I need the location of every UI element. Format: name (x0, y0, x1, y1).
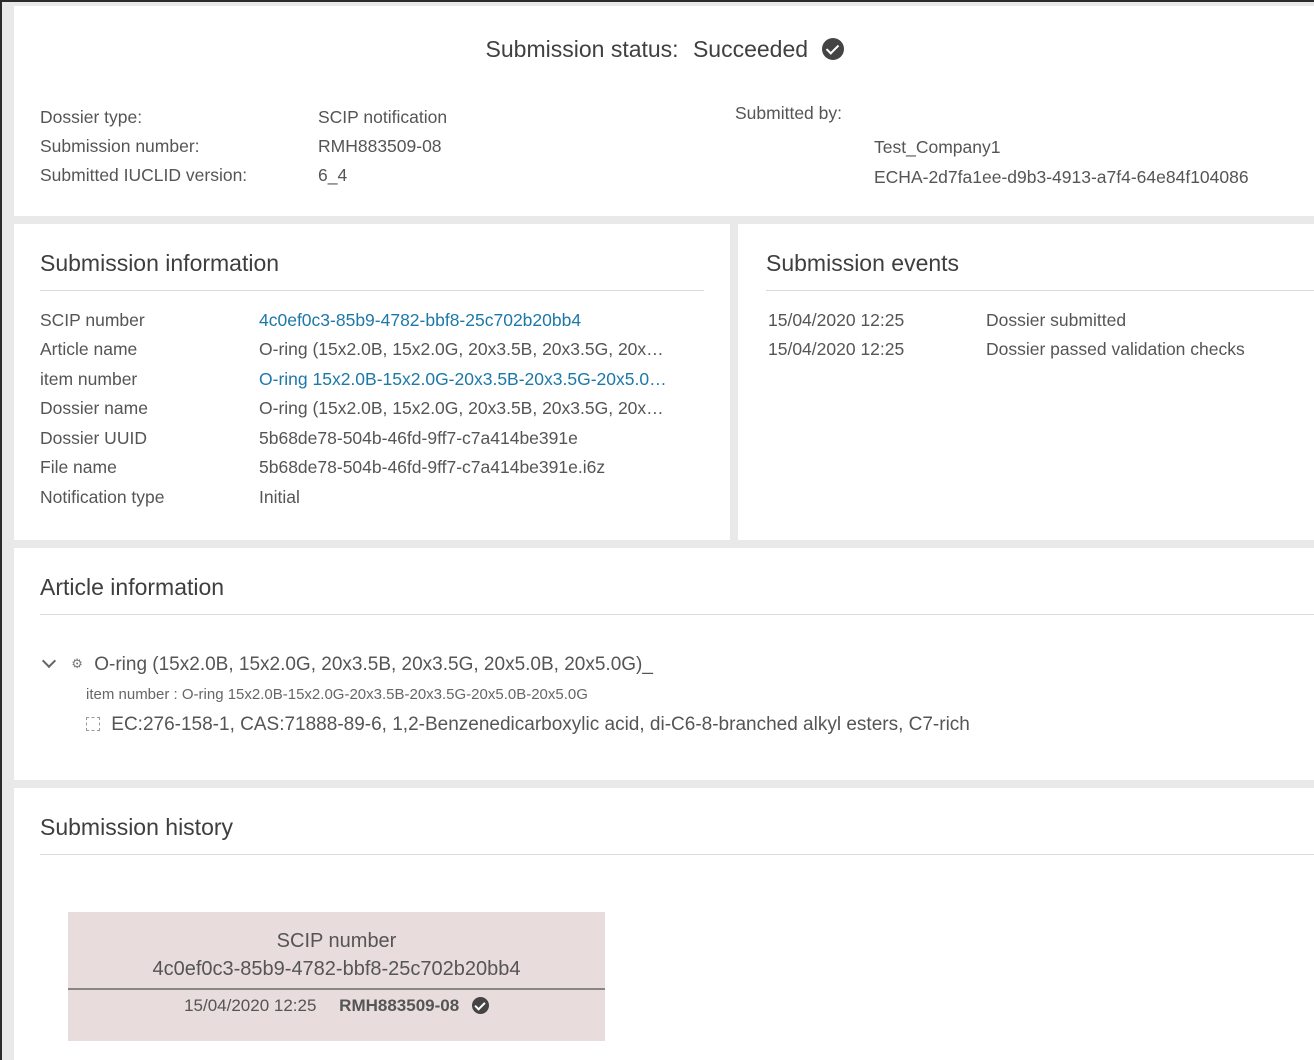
submission-information-title: Submission information (40, 250, 280, 276)
item-number-link[interactable]: O-ring 15x2.0B-15x2.0G-20x3.5B-20x3.5G-2… (259, 365, 704, 395)
event-description: Dossier submitted (986, 310, 1127, 330)
history-divider (68, 988, 605, 990)
submission-events-title: Submission events (766, 250, 960, 276)
article-tree-node[interactable]: ⚙ O-ring (15x2.0B, 15x2.0G, 20x3.5B, 20x… (41, 653, 653, 676)
submitted-by-company: Test_Company1 ECHA-2d7fa1ee-d9b3-4913-a7… (874, 133, 1249, 192)
submission-events-card: Submission events 15/04/2020 12:25 Dossi… (738, 224, 1314, 540)
info-label: Dossier UUID (40, 428, 147, 448)
chevron-down-icon[interactable] (41, 653, 57, 669)
info-value: 5b68de78-504b-46fd-9ff7-c7a414be391e.i6z (259, 457, 606, 477)
dossier-type-value: SCIP notification (318, 107, 448, 127)
substance-tree-node[interactable]: EC:276-158-1, CAS:71888-89-6, 1,2-Benzen… (86, 714, 970, 736)
submission-history-card: Submission history SCIP number 4c0ef0c3-… (14, 788, 1314, 1060)
history-footer: 15/04/2020 12:25 RMH883509-08 (68, 996, 605, 1016)
history-date: 15/04/2020 12:25 (184, 996, 317, 1015)
submission-history-title: Submission history (40, 814, 234, 840)
substance-icon (86, 717, 100, 731)
title-divider (766, 290, 1314, 291)
article-information-card: Article information ⚙ O-ring (15x2.0B, 1… (14, 548, 1314, 780)
title-divider (40, 614, 1314, 615)
status-value: Succeeded (692, 36, 809, 62)
title-divider (40, 854, 1314, 855)
info-value: O-ring (15x2.0B, 15x2.0G, 20x3.5B, 20x3.… (259, 339, 664, 359)
scip-number-link[interactable]: 4c0ef0c3-85b9-4782-bbf8-25c702b20bb4 (259, 306, 704, 336)
iuclid-version-row: Submitted IUCLID version: 6_4 (14, 161, 714, 191)
history-scip-label: SCIP number (276, 930, 397, 952)
dossier-type-row: Dossier type: SCIP notification (14, 103, 714, 133)
event-date: 15/04/2020 12:25 (768, 310, 905, 330)
event-date: 15/04/2020 12:25 (768, 339, 905, 359)
submission-number-value: RMH883509-08 (318, 136, 442, 156)
article-item-number: item number : O-ring 15x2.0B-15x2.0G-20x… (86, 686, 588, 703)
history-submission-number: RMH883509-08 (339, 996, 460, 1015)
company-name: Test_Company1 (874, 137, 1001, 157)
info-label: Dossier name (40, 398, 148, 418)
info-label: Article name (40, 339, 138, 359)
article-name: O-ring (15x2.0B, 15x2.0G, 20x3.5B, 20x3.… (94, 654, 653, 675)
iuclid-version-value: 6_4 (318, 165, 348, 185)
iuclid-version-label: Submitted IUCLID version: (40, 165, 248, 185)
info-label: Notification type (40, 487, 165, 507)
info-value: 5b68de78-504b-46fd-9ff7-c7a414be391e (259, 428, 578, 448)
submitted-by-label: Submitted by: (735, 103, 842, 123)
info-value: O-ring (15x2.0B, 15x2.0G, 20x3.5B, 20x3.… (259, 398, 664, 418)
submission-header: Submission status: Succeeded Dossier typ… (14, 6, 1314, 216)
history-entry[interactable]: SCIP number 4c0ef0c3-85b9-4782-bbf8-25c7… (68, 912, 605, 1041)
event-description: Dossier passed validation checks (986, 339, 1245, 359)
gear-icon: ⚙ (71, 656, 83, 671)
article-information-title: Article information (40, 574, 225, 600)
info-label: SCIP number (40, 310, 145, 330)
info-label: File name (40, 457, 117, 477)
info-value: Initial (259, 487, 300, 507)
title-divider (40, 290, 704, 291)
page-frame: Submission status: Succeeded Dossier typ… (0, 0, 1314, 1060)
check-circle-icon (822, 38, 845, 60)
submission-information-card: Submission information SCIP number 4c0ef… (14, 224, 730, 540)
submission-number-label: Submission number: (40, 136, 200, 156)
history-scip-number: 4c0ef0c3-85b9-4782-bbf8-25c702b20bb4 (152, 958, 521, 980)
check-circle-icon (471, 997, 489, 1014)
substance-name: EC:276-158-1, CAS:71888-89-6, 1,2-Benzen… (111, 714, 970, 735)
status-label: Submission status: (485, 36, 679, 62)
submission-status: Submission status: Succeeded (14, 36, 1314, 63)
info-label: item number (40, 369, 138, 389)
submission-number-row: Submission number: RMH883509-08 (14, 132, 714, 162)
company-uuid: ECHA-2d7fa1ee-d9b3-4913-a7f4-64e84f10408… (874, 166, 1249, 187)
dossier-type-label: Dossier type: (40, 107, 143, 127)
